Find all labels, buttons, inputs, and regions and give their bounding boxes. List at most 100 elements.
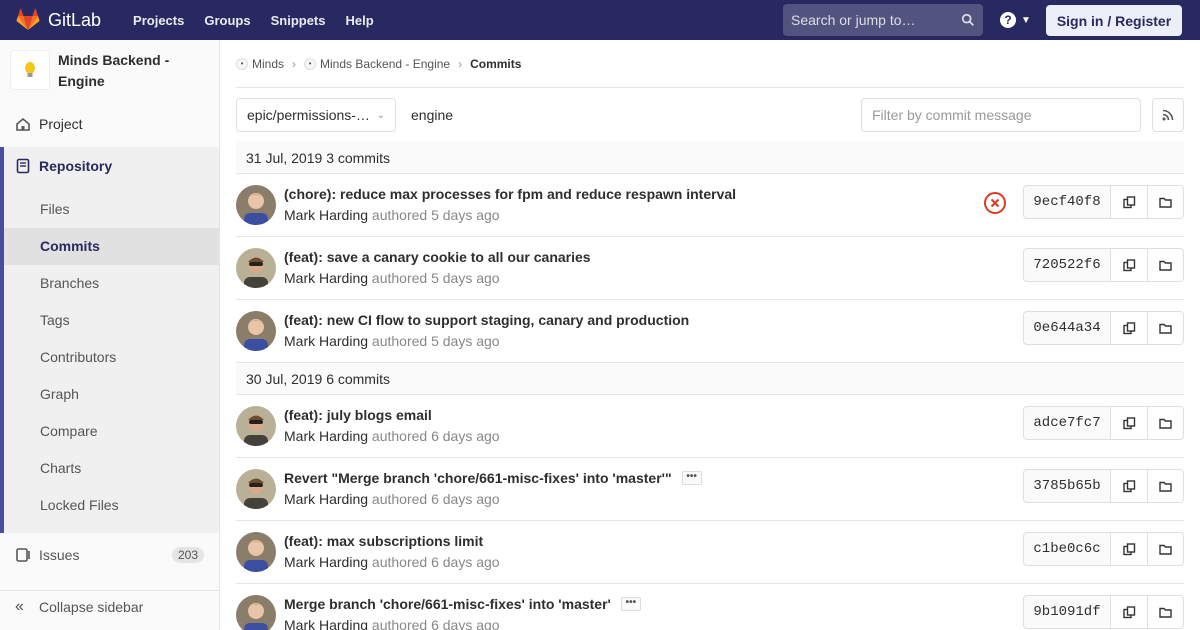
commit-sha-group: 3785b65b	[1023, 469, 1184, 503]
folder-icon	[1159, 607, 1172, 618]
commit-title-link[interactable]: Merge branch 'chore/661-misc-fixes' into…	[284, 596, 611, 612]
pipeline-failed-icon[interactable]	[983, 191, 1007, 215]
sidebar-subitem-branches[interactable]: Branches	[4, 265, 219, 302]
sidebar-subitem-commits[interactable]: Commits	[4, 228, 219, 265]
commit-author-link[interactable]: Mark Harding	[284, 554, 368, 570]
author-avatar[interactable]	[236, 595, 276, 630]
browse-files-button[interactable]	[1148, 532, 1184, 566]
breadcrumb-item-project[interactable]: • Minds Backend - Engine	[304, 57, 450, 71]
day-commit-count: 6 commits	[326, 371, 390, 387]
copy-sha-button[interactable]	[1111, 595, 1148, 629]
commit-sha[interactable]: c1be0c6c	[1023, 532, 1111, 566]
copy-icon	[1122, 542, 1135, 555]
collapse-sidebar-button[interactable]: « Collapse sidebar	[0, 590, 219, 622]
sign-in-button[interactable]: Sign in / Register	[1046, 5, 1182, 36]
nav-link-groups[interactable]: Groups	[194, 13, 260, 28]
author-avatar[interactable]	[236, 469, 276, 509]
copy-sha-button[interactable]	[1111, 406, 1148, 440]
commit-title: (feat): save a canary cookie to all our …	[284, 249, 591, 265]
sidebar-item-repository[interactable]: Repository	[4, 158, 112, 174]
gitlab-tanuki-icon	[16, 8, 40, 30]
browse-files-button[interactable]	[1148, 406, 1184, 440]
sidebar-item-label: Issues	[39, 547, 80, 563]
sidebar-subitem-compare[interactable]: Compare	[4, 413, 219, 450]
commit-author-link[interactable]: Mark Harding	[284, 333, 368, 349]
sidebar-subitem-tags[interactable]: Tags	[4, 302, 219, 339]
browse-files-button[interactable]	[1148, 469, 1184, 503]
help-dropdown[interactable]: ? ▼	[1000, 12, 1031, 28]
double-chevron-left-icon: «	[15, 597, 24, 615]
breadcrumb-item-commits[interactable]: Commits	[470, 57, 521, 71]
sidebar-subitem-files[interactable]: Files	[4, 191, 219, 228]
folder-icon	[1159, 544, 1172, 555]
day-date: 31 Jul, 2019	[246, 150, 323, 166]
copy-sha-button[interactable]	[1111, 248, 1148, 282]
commit-sha[interactable]: 3785b65b	[1023, 469, 1111, 503]
browse-files-button[interactable]	[1148, 185, 1184, 219]
project-header[interactable]: Minds Backend - Engine	[0, 40, 219, 106]
commit-title-link[interactable]: (feat): new CI flow to support staging, …	[284, 312, 689, 328]
branch-dropdown[interactable]: epic/permissions-… ⌄	[236, 98, 396, 132]
browse-files-button[interactable]	[1148, 595, 1184, 629]
expand-description-button[interactable]: •••	[620, 597, 641, 611]
rss-feed-button[interactable]	[1152, 98, 1184, 132]
author-avatar[interactable]	[236, 311, 276, 351]
author-avatar[interactable]	[236, 185, 276, 225]
sidebar-subitem-charts[interactable]: Charts	[4, 450, 219, 487]
sidebar-subitem-locked-files[interactable]: Locked Files	[4, 487, 219, 524]
author-avatar[interactable]	[236, 532, 276, 572]
commit-meta: Mark Harding authored 5 days ago	[284, 270, 500, 286]
filter-commit-input[interactable]: Filter by commit message	[861, 98, 1141, 132]
nav-links: Projects Groups Snippets Help	[123, 13, 384, 28]
commit-title-link[interactable]: (feat): save a canary cookie to all our …	[284, 249, 591, 265]
copy-sha-button[interactable]	[1111, 311, 1148, 345]
nav-link-snippets[interactable]: Snippets	[261, 13, 336, 28]
gitlab-logo[interactable]: GitLab	[16, 0, 101, 40]
commit-title-link[interactable]: (feat): max subscriptions limit	[284, 533, 483, 549]
browse-files-button[interactable]	[1148, 311, 1184, 345]
breadcrumb: • Minds › • Minds Backend - Engine › Com…	[236, 40, 1184, 88]
commit-sha[interactable]: adce7fc7	[1023, 406, 1111, 440]
commit-author-link[interactable]: Mark Harding	[284, 617, 368, 630]
browse-files-button[interactable]	[1148, 248, 1184, 282]
copy-sha-button[interactable]	[1111, 532, 1148, 566]
path-label[interactable]: engine	[411, 107, 453, 123]
expand-description-button[interactable]: •••	[681, 471, 702, 485]
lightbulb-icon	[25, 62, 35, 77]
commit-author-link[interactable]: Mark Harding	[284, 270, 368, 286]
nav-link-help[interactable]: Help	[336, 13, 384, 28]
sidebar-item-project[interactable]: Project	[0, 107, 219, 141]
commit-sha[interactable]: 0e644a34	[1023, 311, 1111, 345]
commit-author-link[interactable]: Mark Harding	[284, 207, 368, 223]
commit-row: Merge branch 'chore/661-misc-fixes' into…	[236, 584, 1184, 630]
chevron-down-icon: ⌄	[376, 109, 385, 121]
commit-title: (chore): reduce max processes for fpm an…	[284, 186, 736, 202]
sidebar-subitem-graph[interactable]: Graph	[4, 376, 219, 413]
commit-title-link[interactable]: Revert "Merge branch 'chore/661-misc-fix…	[284, 470, 672, 486]
copy-icon	[1122, 605, 1135, 618]
sidebar-item-issues[interactable]: Issues 203	[0, 537, 219, 573]
author-avatar[interactable]	[236, 248, 276, 288]
copy-sha-button[interactable]	[1111, 185, 1148, 219]
author-avatar[interactable]	[236, 406, 276, 446]
commit-title-link[interactable]: (chore): reduce max processes for fpm an…	[284, 186, 736, 202]
search-input[interactable]: Search or jump to…	[783, 4, 983, 36]
project-name[interactable]: Minds Backend - Engine	[58, 50, 198, 92]
day-date: 30 Jul, 2019	[246, 371, 323, 387]
breadcrumb-item-group[interactable]: • Minds	[236, 57, 284, 71]
commit-sha-group: adce7fc7	[1023, 406, 1184, 440]
commit-sha[interactable]: 9ecf40f8	[1023, 185, 1111, 219]
commit-row: (feat): new CI flow to support staging, …	[236, 300, 1184, 363]
copy-sha-button[interactable]	[1111, 469, 1148, 503]
commit-title-link[interactable]: (feat): july blogs email	[284, 407, 432, 423]
sidebar-subitem-contributors[interactable]: Contributors	[4, 339, 219, 376]
brand-text[interactable]: GitLab	[48, 10, 101, 31]
commit-sha[interactable]: 720522f6	[1023, 248, 1111, 282]
commit-author-link[interactable]: Mark Harding	[284, 491, 368, 507]
folder-icon	[1159, 481, 1172, 492]
commit-sha[interactable]: 9b1091df	[1023, 595, 1111, 629]
nav-link-projects[interactable]: Projects	[123, 13, 194, 28]
commit-time: 6 days ago	[431, 491, 500, 507]
commit-author-link[interactable]: Mark Harding	[284, 428, 368, 444]
chevron-right-icon: ›	[458, 56, 463, 71]
